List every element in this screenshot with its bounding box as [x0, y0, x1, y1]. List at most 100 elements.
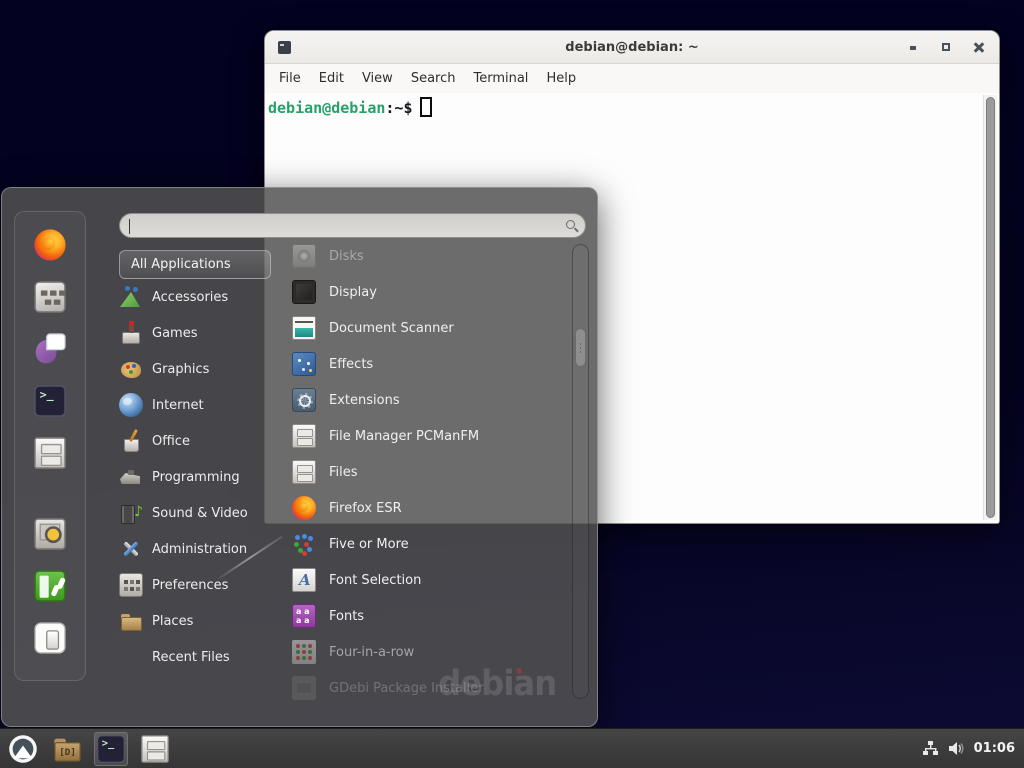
app-disks[interactable]: Disks [292, 238, 572, 274]
category-internet[interactable]: Internet [119, 387, 271, 423]
maximize-icon[interactable] [939, 40, 953, 54]
category-accessories[interactable]: Accessories [119, 279, 271, 315]
category-label: Graphics [152, 362, 209, 377]
apps-scrollbar[interactable] [572, 244, 589, 699]
app-label: Fonts [329, 609, 364, 624]
shutdown-button[interactable] [30, 618, 70, 658]
app-firefox-esr[interactable]: Firefox ESR [292, 490, 572, 526]
category-label: Recent Files [152, 650, 230, 665]
text-caret [129, 219, 130, 234]
files-folder-launcher[interactable] [50, 732, 84, 766]
taskbar-launchers [6, 732, 172, 766]
app-label: File Manager PCManFM [329, 429, 479, 444]
menu-search[interactable]: Search [402, 67, 465, 90]
terminal-scrollbar[interactable] [983, 95, 997, 520]
places-icon [119, 609, 143, 633]
app-files[interactable]: Files [292, 454, 572, 490]
category-label: Internet [152, 398, 204, 413]
applications-list: Disks Display Document Scanner Effects E… [292, 238, 572, 706]
debian-dot-icon [516, 668, 522, 674]
menu-file[interactable]: File [270, 67, 310, 90]
favorite-firefox[interactable] [30, 225, 70, 265]
folder-icon [53, 735, 81, 763]
apps-scrollbar-thumb[interactable] [575, 328, 586, 367]
category-label: Office [152, 434, 190, 449]
terminal-icon [34, 385, 65, 416]
category-sound-video[interactable]: Sound & Video [119, 495, 271, 531]
search-box [119, 213, 586, 238]
categories-list: All Applications Accessories Games Graph… [119, 250, 271, 675]
terminal-cursor [420, 97, 432, 117]
terminal-icon [97, 735, 125, 763]
app-extensions[interactable]: Extensions [292, 382, 572, 418]
system-tray: 01:06 [922, 741, 1018, 756]
category-recent-files[interactable]: Recent Files [119, 639, 271, 675]
app-effects[interactable]: Effects [292, 346, 572, 382]
menu-button[interactable] [6, 732, 40, 766]
terminal-window-button[interactable] [94, 732, 128, 766]
pidgin-icon [34, 333, 65, 364]
minimize-icon[interactable] [906, 40, 920, 54]
terminal-window-icon [278, 41, 291, 54]
favorite-pidgin[interactable] [30, 329, 70, 369]
category-graphics[interactable]: Graphics [119, 351, 271, 387]
favorite-software[interactable] [30, 277, 70, 317]
category-label: Preferences [152, 578, 228, 593]
close-icon[interactable] [972, 40, 986, 54]
file-manager-icon [292, 424, 316, 448]
favorite-terminal[interactable] [30, 381, 70, 421]
category-label: Sound & Video [152, 506, 248, 521]
category-programming[interactable]: Programming [119, 459, 271, 495]
terminal-scrollbar-thumb[interactable] [986, 97, 995, 518]
terminal-titlebar[interactable]: debian@debian: ~ [265, 31, 999, 64]
prompt-user-host: debian@debian [268, 99, 385, 117]
category-places[interactable]: Places [119, 603, 271, 639]
debian-watermark: debian [438, 664, 556, 708]
category-label: Accessories [152, 290, 228, 305]
file-cabinet-icon [141, 735, 169, 763]
category-label: Games [152, 326, 197, 341]
app-file-manager-pcmanfm[interactable]: File Manager PCManFM [292, 418, 572, 454]
app-fonts[interactable]: Fonts [292, 598, 572, 634]
shell-prompt: debian@debian:~$ [268, 97, 432, 117]
category-administration[interactable]: Administration [119, 531, 271, 567]
application-menu: All Applications Accessories Games Graph… [1, 187, 598, 727]
four-in-a-row-icon [292, 640, 316, 664]
files-icon [292, 460, 316, 484]
games-icon [119, 321, 143, 345]
logout-button[interactable] [30, 566, 70, 606]
favorite-file-manager[interactable] [30, 433, 70, 473]
menu-help[interactable]: Help [537, 67, 585, 90]
menu-edit[interactable]: Edit [310, 67, 353, 90]
office-icon [119, 429, 143, 453]
menu-terminal[interactable]: Terminal [464, 67, 537, 90]
accessories-icon [119, 285, 143, 309]
terminal-menubar: File Edit View Search Terminal Help [265, 64, 999, 93]
category-office[interactable]: Office [119, 423, 271, 459]
app-label: Display [329, 285, 377, 300]
preferences-icon [119, 573, 143, 597]
network-icon[interactable] [922, 741, 939, 756]
category-label: Places [152, 614, 193, 629]
display-icon [292, 280, 316, 304]
app-document-scanner[interactable]: Document Scanner [292, 310, 572, 346]
volume-icon[interactable] [948, 741, 965, 756]
lock-screen-button[interactable] [30, 514, 70, 554]
file-manager-launcher[interactable] [138, 732, 172, 766]
clock[interactable]: 01:06 [974, 741, 1015, 756]
programming-icon [119, 465, 143, 489]
firefox-icon [292, 496, 316, 520]
internet-icon [119, 393, 143, 417]
menu-view[interactable]: View [353, 67, 402, 90]
category-label: All Applications [131, 257, 231, 272]
gdebi-icon [292, 676, 316, 700]
search-input[interactable] [120, 214, 585, 237]
category-games[interactable]: Games [119, 315, 271, 351]
app-five-or-more[interactable]: Five or More [292, 526, 572, 562]
app-font-selection[interactable]: Font Selection [292, 562, 572, 598]
font-selection-icon [292, 568, 316, 592]
app-display[interactable]: Display [292, 274, 572, 310]
category-preferences[interactable]: Preferences [119, 567, 271, 603]
sound-video-icon [119, 501, 143, 525]
category-all-applications[interactable]: All Applications [119, 250, 271, 279]
